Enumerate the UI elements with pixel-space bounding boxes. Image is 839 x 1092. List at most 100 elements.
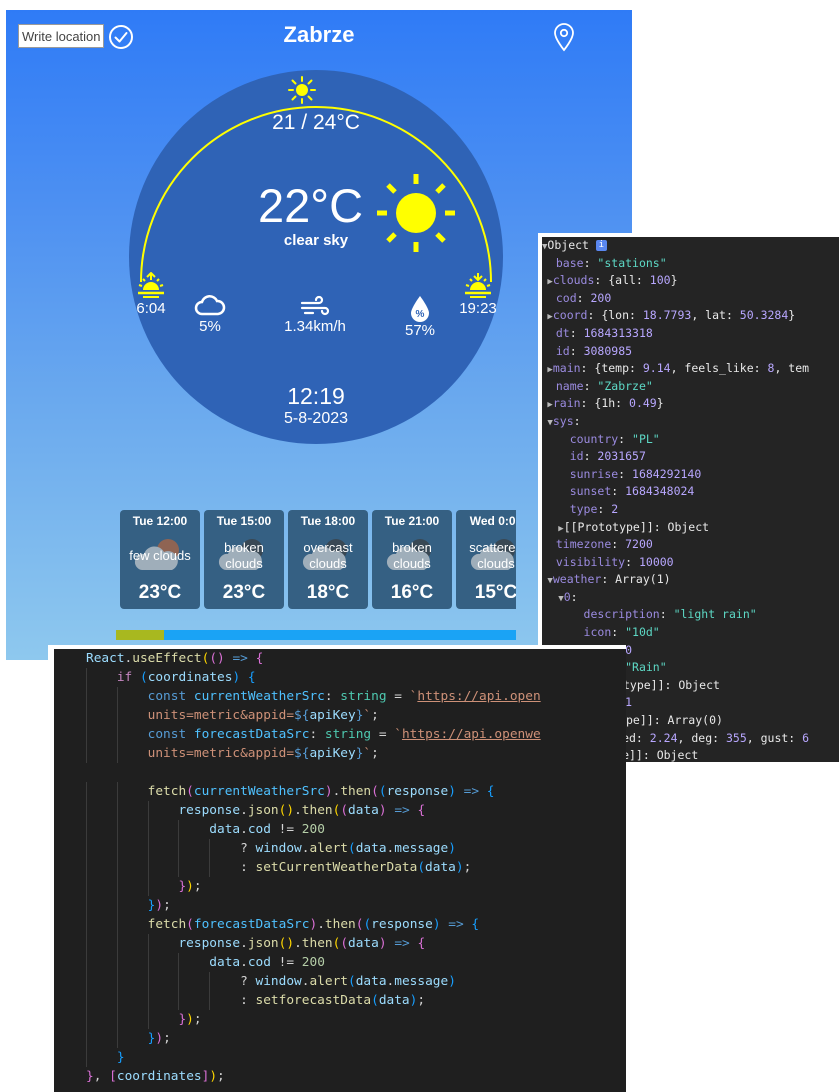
code-token: =>: [448, 917, 464, 932]
console-line[interactable]: cod: 200: [542, 290, 839, 308]
console-token: description: [583, 607, 660, 622]
console-token: clouds: [552, 273, 595, 288]
code-token: .: [240, 955, 248, 970]
console-line[interactable]: id: 2031657: [542, 448, 839, 466]
code-token: window: [255, 841, 302, 856]
code-line[interactable]: units=metric&appid=${apiKey}`;: [54, 744, 626, 763]
forecast-card: Tue 21:00 broken clouds 16°C: [372, 510, 452, 609]
console-line[interactable]: icon: "10d": [542, 624, 839, 642]
console-line[interactable]: ▼Object i: [542, 237, 839, 255]
console-token: :: [618, 431, 633, 446]
console-token: [542, 625, 584, 639]
code-line[interactable]: ? window.alert(data.message): [54, 839, 626, 858]
code-line[interactable]: : setCurrentWeatherData(data);: [54, 858, 626, 877]
console-line[interactable]: ▼0:: [542, 589, 839, 607]
console-line[interactable]: sunrise: 1684292140: [542, 466, 839, 484]
code-line[interactable]: if (coordinates) {: [54, 668, 626, 687]
console-line[interactable]: ▶rain: {1h: 0.49}: [542, 395, 839, 413]
indent-guide: [178, 991, 180, 1010]
code-token: .: [317, 917, 325, 932]
forecast-scrollbar[interactable]: [116, 630, 516, 640]
code-line[interactable]: }: [54, 1048, 626, 1067]
code-token: {: [255, 651, 264, 666]
console-line[interactable]: ▼weather: Array(1): [542, 571, 839, 589]
code-line[interactable]: response.json().then((data) => {: [54, 934, 626, 953]
code-line[interactable]: units=metric&appid=${apiKey}`;: [54, 706, 626, 725]
console-token: :: [659, 607, 674, 622]
console-line[interactable]: id: 3080985: [542, 343, 839, 361]
code-line[interactable]: });: [54, 1029, 626, 1048]
code-token: data: [348, 936, 379, 951]
code-line[interactable]: }, [coordinates]);: [54, 1067, 626, 1086]
code-token: (: [348, 841, 356, 856]
console-line[interactable]: dt: 1684313318: [542, 325, 839, 343]
indent-guide: [86, 991, 87, 1010]
console-token: 2: [611, 501, 619, 516]
code-line[interactable]: data.cod != 200: [54, 820, 626, 839]
code-line[interactable]: response.json().then((data) => {: [54, 801, 626, 820]
wind-icon: [300, 295, 330, 316]
indent-guide: [209, 839, 211, 858]
code-line[interactable]: fetch(forecastDataSrc).then((response) =…: [54, 915, 626, 934]
code-line[interactable]: });: [54, 877, 626, 896]
code-line[interactable]: fetch(currentWeatherSrc).then((response)…: [54, 782, 626, 801]
code-token: fetch: [147, 917, 187, 932]
code-token: data: [355, 974, 387, 989]
console-token: [542, 467, 570, 481]
console-token: ▼: [542, 593, 564, 604]
code-line[interactable]: : setforecastData(data);: [54, 991, 626, 1010]
console-line[interactable]: timezone: 7200: [542, 536, 839, 554]
console-line[interactable]: ▶coord: {lon: 18.7793, lat: 50.3284}: [542, 307, 839, 325]
console-token: [542, 502, 570, 516]
console-token: : {lon:: [587, 308, 643, 323]
code-token: data: [355, 841, 387, 856]
console-token: 0: [563, 589, 571, 604]
code-line[interactable]: [54, 763, 626, 782]
code-token: ;: [371, 746, 379, 761]
indent-guide: [116, 1029, 118, 1048]
forecast-description: broken clouds: [392, 540, 432, 571]
console-token: :: [583, 449, 598, 464]
console-token: , tem: [774, 361, 810, 376]
console-line[interactable]: type: 2: [542, 501, 839, 519]
console-line[interactable]: country: "PL": [542, 431, 839, 449]
scrollbar-thumb[interactable]: [116, 630, 164, 640]
console-line[interactable]: ▼sys:: [542, 413, 839, 431]
console-token: "Zabrze": [597, 378, 653, 393]
code-token: ): [155, 898, 164, 913]
forecast-strip[interactable]: Tue 12:00 few clouds 23°C Tue 15:00 broken c…: [118, 510, 516, 610]
console-token: : {temp:: [580, 361, 643, 376]
console-token: 200: [590, 290, 612, 305]
code-line[interactable]: React.useEffect(() => {: [54, 649, 626, 668]
code-line[interactable]: });: [54, 896, 626, 915]
console-line[interactable]: sunset: 1684348024: [542, 483, 839, 501]
code-line[interactable]: data.cod != 200: [54, 953, 626, 972]
console-line[interactable]: ▶[[Prototype]]: Object: [542, 519, 839, 537]
code-token: {: [417, 936, 426, 951]
code-editor: React.useEffect(() => { if (coordinates)…: [48, 645, 626, 1092]
console-token: :: [625, 554, 639, 569]
console-token: 50.3284: [739, 308, 789, 323]
console-line[interactable]: name: "Zabrze": [542, 378, 839, 396]
console-line[interactable]: description: "light rain": [542, 606, 839, 624]
code-line[interactable]: const forecastDataSrc: string = `https:/…: [54, 725, 626, 744]
code-line[interactable]: const currentWeatherSrc: string = `https…: [54, 687, 626, 706]
console-token: :: [576, 290, 591, 305]
console-token: type: [569, 501, 598, 516]
console-line[interactable]: ▶main: {temp: 9.14, feels_like: 8, tem: [542, 360, 839, 378]
console-line[interactable]: ▶clouds: {all: 100}: [542, 272, 839, 290]
code-token: {: [417, 803, 426, 818]
location-pin-icon[interactable]: [551, 22, 577, 52]
console-line[interactable]: base: "stations": [542, 255, 839, 273]
forecast-time: Tue 21:00: [384, 514, 440, 528]
indent-guide: [147, 953, 149, 972]
console-line[interactable]: visibility: 10000: [542, 554, 839, 572]
code-line[interactable]: });: [54, 1010, 626, 1029]
console-token: 2.24: [649, 730, 678, 745]
sun-icon: [377, 174, 455, 252]
code-line[interactable]: ? window.alert(data.message): [54, 972, 626, 991]
